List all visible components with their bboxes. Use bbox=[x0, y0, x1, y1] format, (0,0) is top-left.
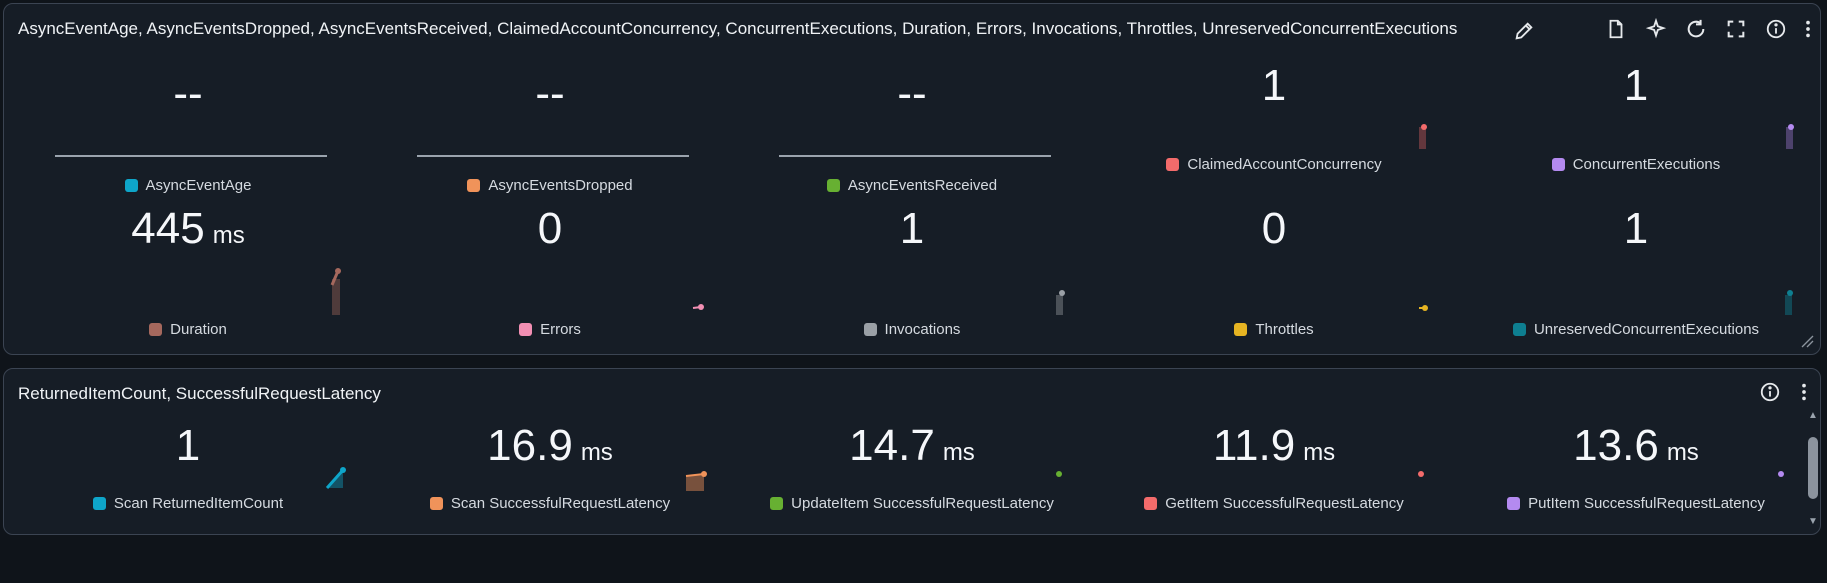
metric-legend: Errors bbox=[369, 321, 731, 338]
sparkline bbox=[1419, 124, 1427, 149]
kebab-menu-icon bbox=[1802, 383, 1806, 401]
metric-value: 445 ms bbox=[131, 204, 245, 253]
metric-legend: Invocations bbox=[731, 321, 1093, 338]
legend-swatch bbox=[1234, 323, 1248, 336]
metric-value: 13.6 ms bbox=[1573, 421, 1699, 470]
metrics-widget-lambda: AsyncEventAge, AsyncEventsDropped, Async… bbox=[3, 3, 1821, 355]
sparkline bbox=[1056, 290, 1065, 315]
metric-legend: Scan ReturnedItemCount bbox=[7, 495, 369, 512]
sparkline bbox=[1056, 471, 1062, 477]
legend-swatch bbox=[124, 179, 138, 192]
legend-swatch bbox=[149, 323, 163, 336]
metric-legend: AsyncEventAge bbox=[7, 177, 369, 194]
legend-swatch bbox=[92, 497, 106, 510]
metric-value: 1 bbox=[175, 421, 201, 470]
metric-value: 16.9 ms bbox=[487, 421, 613, 470]
edit-title-button[interactable] bbox=[1512, 19, 1536, 43]
pencil-icon bbox=[1515, 22, 1533, 40]
metric-value: 1 bbox=[1623, 61, 1649, 110]
legend-swatch bbox=[1166, 158, 1180, 171]
metric-legend: Scan SuccessfulRequestLatency bbox=[369, 495, 731, 512]
sparkle-icon bbox=[1645, 18, 1667, 39]
document-icon bbox=[1609, 19, 1623, 39]
legend-swatch bbox=[1507, 497, 1521, 510]
metric-value: 14.7 ms bbox=[849, 421, 975, 470]
widget-title: ReturnedItemCount, SuccessfulRequestLate… bbox=[18, 384, 381, 403]
widget-menu-button[interactable] bbox=[1792, 380, 1816, 404]
metric-legend: AsyncEventsDropped bbox=[369, 177, 731, 194]
metric-value: 0 bbox=[537, 204, 563, 253]
legend-swatch bbox=[429, 497, 443, 510]
legend-swatch bbox=[467, 179, 481, 192]
scroll-down-icon[interactable]: ▼ bbox=[1807, 515, 1819, 527]
metric-value: 0 bbox=[1261, 204, 1287, 253]
sparkline-empty bbox=[779, 155, 1051, 157]
vertical-scrollbar[interactable]: ▲ ▼ bbox=[1805, 407, 1820, 531]
sparkline bbox=[692, 304, 704, 310]
legend-swatch bbox=[519, 323, 533, 336]
legend-swatch bbox=[1551, 158, 1565, 171]
resize-handle-icon[interactable] bbox=[1800, 334, 1814, 348]
sparkline bbox=[1418, 471, 1424, 477]
sparkline bbox=[330, 268, 341, 315]
refresh-button[interactable] bbox=[1684, 17, 1708, 41]
widget-menu-button[interactable] bbox=[1796, 17, 1820, 41]
scroll-up-icon[interactable]: ▲ bbox=[1807, 409, 1819, 421]
ai-insights-button[interactable] bbox=[1644, 17, 1668, 41]
kebab-menu-icon bbox=[1806, 20, 1810, 38]
metric-legend: UpdateItem SuccessfulRequestLatency bbox=[731, 495, 1093, 512]
metric-value: 1 bbox=[1623, 204, 1649, 253]
scroll-thumb[interactable] bbox=[1808, 437, 1818, 499]
info-icon bbox=[1766, 19, 1786, 39]
sparkline bbox=[1786, 124, 1794, 149]
legend-swatch bbox=[770, 497, 784, 510]
metric-legend: Duration bbox=[7, 321, 369, 338]
view-log-button[interactable] bbox=[1604, 17, 1628, 41]
info-icon bbox=[1760, 382, 1780, 402]
fullscreen-button[interactable] bbox=[1724, 17, 1748, 41]
legend-swatch bbox=[1144, 497, 1158, 510]
sparkline bbox=[325, 467, 346, 489]
metric-value: 1 bbox=[899, 204, 925, 253]
sparkline-empty bbox=[417, 155, 689, 157]
metric-value: -- bbox=[897, 69, 927, 118]
legend-swatch bbox=[826, 179, 840, 192]
metric-legend: AsyncEventsReceived bbox=[731, 177, 1093, 194]
sparkline bbox=[1785, 290, 1793, 315]
metric-value: 1 bbox=[1261, 61, 1287, 110]
metric-value: -- bbox=[173, 69, 203, 118]
metric-value: 11.9 ms bbox=[1212, 421, 1336, 470]
expand-icon bbox=[1727, 20, 1745, 38]
sparkline bbox=[685, 471, 707, 491]
legend-swatch bbox=[863, 323, 877, 336]
info-button[interactable] bbox=[1758, 380, 1782, 404]
sparkline-empty bbox=[55, 155, 327, 157]
metric-legend: Throttles bbox=[1093, 321, 1455, 338]
metric-legend: PutItem SuccessfulRequestLatency bbox=[1455, 495, 1817, 512]
metric-legend: ConcurrentExecutions bbox=[1455, 156, 1817, 173]
metric-value: -- bbox=[535, 69, 565, 118]
metric-legend: UnreservedConcurrentExecutions bbox=[1455, 321, 1817, 338]
metric-legend: GetItem SuccessfulRequestLatency bbox=[1093, 495, 1455, 512]
info-button[interactable] bbox=[1764, 17, 1788, 41]
sparkline bbox=[1778, 471, 1784, 477]
refresh-icon bbox=[1687, 19, 1705, 38]
legend-swatch bbox=[1512, 323, 1526, 336]
metric-legend: ClaimedAccountConcurrency bbox=[1093, 156, 1455, 173]
widget-title: AsyncEventAge, AsyncEventsDropped, Async… bbox=[18, 19, 1458, 38]
metrics-widget-dynamodb: ReturnedItemCount, SuccessfulRequestLate… bbox=[3, 368, 1821, 535]
sparkline bbox=[1419, 305, 1428, 311]
